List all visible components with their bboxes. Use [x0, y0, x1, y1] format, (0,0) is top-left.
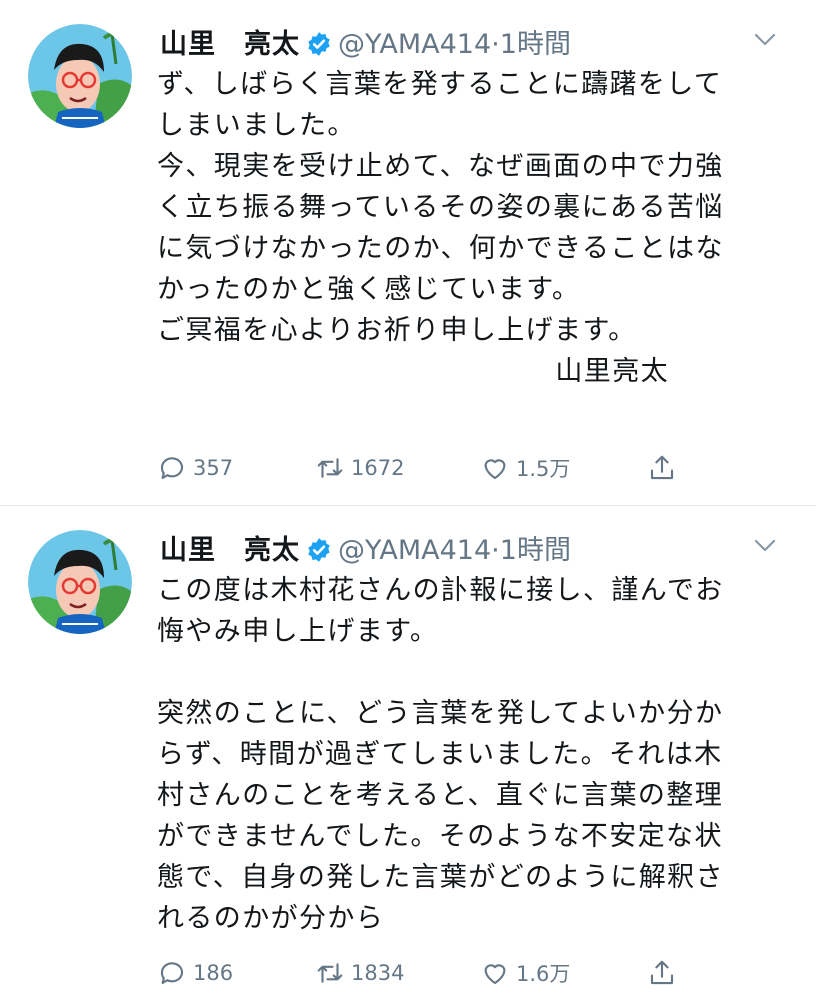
verified-badge-icon [308, 32, 330, 56]
avatar[interactable] [28, 24, 132, 128]
reply-button[interactable]: 357 [157, 448, 233, 488]
chevron-down-icon[interactable] [752, 536, 778, 554]
tweet-header: 山里 亮太 @YAMA414·1時間 [160, 22, 571, 62]
tweet[interactable]: 山里 亮太 @YAMA414·1時間 ず、しばらく言葉を発することに躊躇をして し… [0, 0, 816, 506]
verified-badge-icon [308, 538, 330, 562]
reply-icon [160, 962, 184, 985]
timestamp[interactable]: 1時間 [500, 535, 571, 566]
author-name[interactable]: 山里 亮太 [160, 535, 300, 566]
tweet-actions: 186 1834 1.6万 [157, 953, 717, 993]
like-button[interactable]: 1.5万 [480, 448, 570, 488]
retweet-count: 1834 [351, 961, 405, 985]
tweet-text-content: この度は木村花さんの訃報に接し、謹んでお 悔やみ申し上げます。 突然のことに、ど… [157, 575, 724, 934]
avatar-illustration [28, 530, 132, 634]
like-count: 1.5万 [516, 457, 571, 481]
separator-dot: · [491, 535, 500, 566]
author-name[interactable]: 山里 亮太 [160, 29, 300, 60]
heart-icon [484, 459, 506, 480]
tweet-header: 山里 亮太 @YAMA414·1時間 [160, 528, 571, 568]
tweet-actions: 357 1672 1.5万 [157, 448, 717, 488]
timestamp[interactable]: 1時間 [500, 29, 571, 60]
tweet-text-content: ず、しばらく言葉を発することに躊躇をして しまいました。 今、現実を受け止めて、… [157, 69, 724, 346]
share-button[interactable] [647, 448, 683, 488]
reply-icon [160, 457, 184, 480]
avatar-illustration [28, 24, 132, 128]
author-handle[interactable]: @YAMA414 [338, 535, 491, 566]
tweet-signature: 山里亮太 [555, 356, 669, 387]
retweet-button[interactable]: 1834 [315, 953, 404, 993]
retweet-button[interactable]: 1672 [315, 448, 404, 488]
like-button[interactable]: 1.6万 [480, 953, 570, 993]
share-icon [650, 455, 674, 480]
reply-button[interactable]: 186 [157, 953, 233, 993]
reply-count: 357 [193, 456, 234, 480]
tweet[interactable]: 山里 亮太 @YAMA414·1時間 この度は木村花さんの訃報に接し、謹んでお 悔… [0, 506, 816, 1005]
chevron-down-icon[interactable] [752, 30, 778, 48]
heart-icon [484, 964, 506, 985]
share-button[interactable] [647, 953, 683, 993]
retweet-icon [317, 458, 343, 478]
reply-count: 186 [193, 961, 234, 985]
like-count: 1.6万 [516, 962, 571, 986]
tweet-text: この度は木村花さんの訃報に接し、謹んでお 悔やみ申し上げます。 突然のことに、ど… [157, 570, 777, 939]
retweet-icon [317, 963, 343, 983]
retweet-count: 1672 [351, 456, 405, 480]
tweet-text: ず、しばらく言葉を発することに躊躇をして しまいました。 今、現実を受け止めて、… [157, 64, 777, 392]
avatar[interactable] [28, 530, 132, 634]
share-icon [650, 960, 674, 985]
author-handle[interactable]: @YAMA414 [338, 29, 491, 60]
separator-dot: · [491, 29, 500, 60]
